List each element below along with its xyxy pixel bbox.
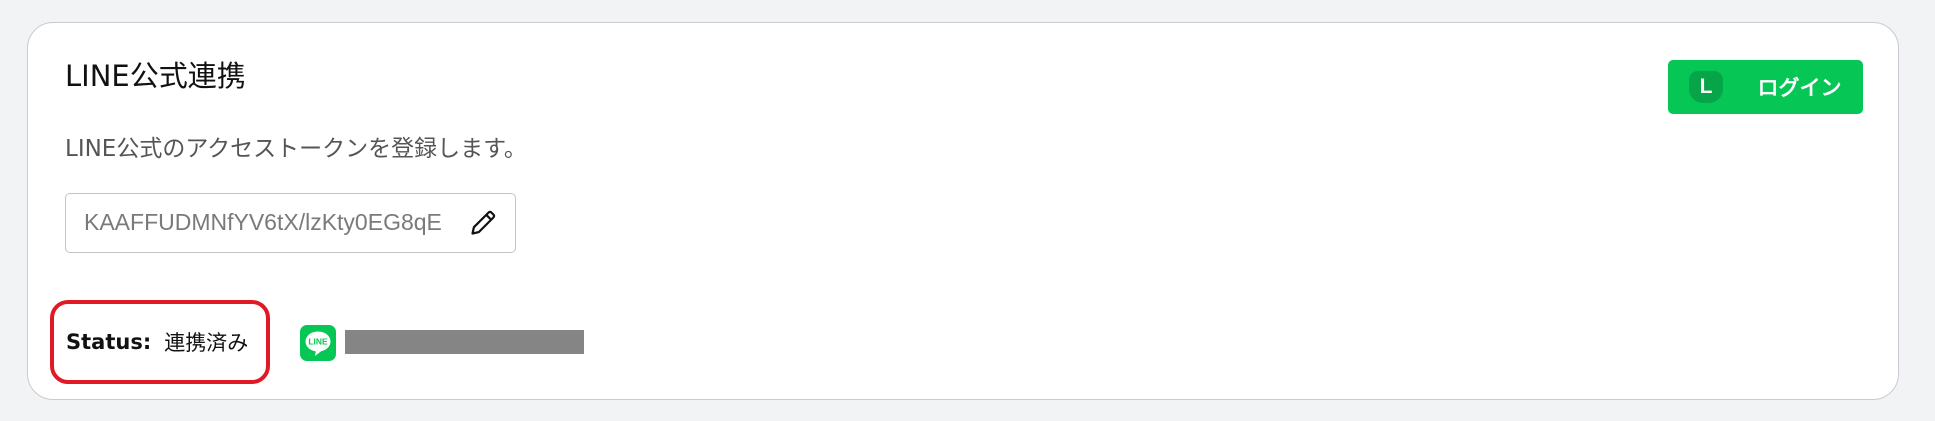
card-description: LINE公式のアクセストークンを登録します。 bbox=[65, 136, 527, 162]
line-icon-text: LINE bbox=[308, 337, 328, 347]
pencil-icon[interactable] bbox=[469, 209, 497, 237]
line-login-button[interactable]: L ログイン bbox=[1668, 60, 1863, 114]
status-label: Status: bbox=[66, 330, 152, 354]
access-token-field bbox=[65, 193, 516, 253]
line-app-icon: LINE bbox=[300, 325, 336, 361]
access-token-input[interactable] bbox=[84, 194, 454, 251]
line-logo-icon: L bbox=[1689, 71, 1723, 103]
status-value: 連携済み bbox=[164, 331, 249, 355]
status-highlight: Status: 連携済み bbox=[50, 300, 270, 384]
line-integration-card: LINE公式連携 L ログイン LINE公式のアクセストークンを登録します。 S… bbox=[27, 22, 1899, 400]
redacted-account-name bbox=[345, 330, 584, 354]
login-button-label: ログイン bbox=[1757, 76, 1842, 100]
status-row: Status: 連携済み bbox=[66, 304, 248, 380]
card-title: LINE公式連携 bbox=[65, 59, 246, 93]
